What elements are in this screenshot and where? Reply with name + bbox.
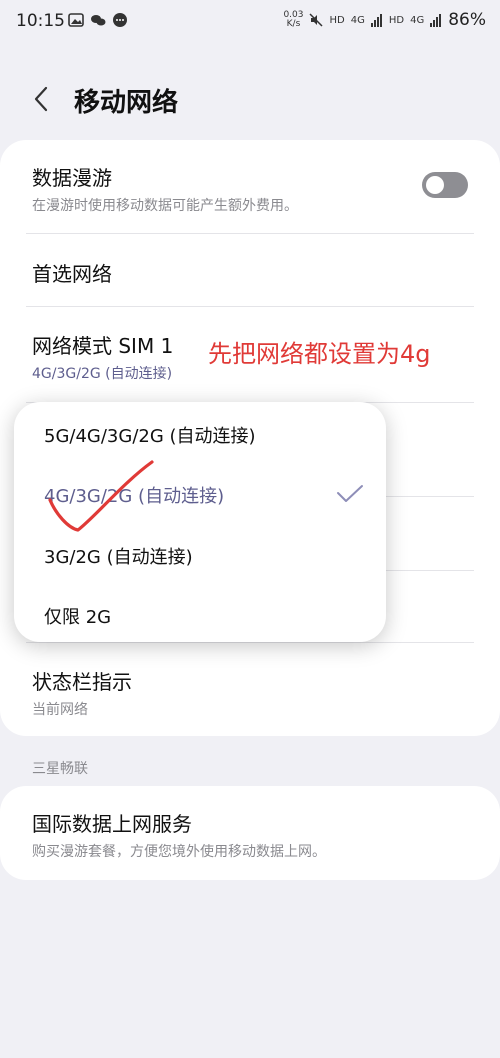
- hd-badge-2: HD: [388, 14, 405, 26]
- signal-icon-2: [430, 14, 442, 27]
- page-title: 移动网络: [74, 88, 179, 118]
- hd-badge: HD: [329, 14, 345, 26]
- intl-data-subtitle: 购买漫游套餐，方便您境外使用移动数据上网。: [32, 844, 326, 860]
- option-2g[interactable]: 仅限 2G: [44, 603, 111, 629]
- preferred-network-row[interactable]: 首选网络: [32, 258, 468, 287]
- annotation-text: 先把网络都设置为4g: [208, 340, 431, 368]
- divider: [26, 306, 474, 307]
- network-speed: 0.03 K/s: [283, 10, 304, 29]
- section-header: 三星畅联: [32, 761, 88, 777]
- option-3g[interactable]: 3G/2G (自动连接): [44, 543, 193, 569]
- data-roaming-toggle[interactable]: [422, 172, 468, 198]
- divider: [26, 233, 474, 234]
- network-type: 4G: [350, 14, 365, 26]
- gallery-icon: [68, 13, 84, 27]
- app-header: 移动网络: [0, 74, 500, 124]
- notification-icons: [68, 12, 128, 28]
- wechat-icon: [91, 15, 106, 26]
- chevron-left-icon: [34, 86, 48, 112]
- data-roaming-subtitle: 在漫游时使用移动数据可能产生额外费用。: [32, 198, 298, 214]
- option-5g[interactable]: 5G/4G/3G/2G (自动连接): [44, 422, 256, 448]
- preferred-network-title: 首选网络: [32, 262, 112, 286]
- status-time: 10:15: [16, 11, 65, 31]
- status-bar-indicator-subtitle: 当前网络: [32, 702, 88, 718]
- check-icon: [337, 485, 363, 502]
- option-4g[interactable]: 4G/3G/2G (自动连接): [44, 482, 224, 508]
- intl-data-row[interactable]: 国际数据上网服务 购买漫游套餐，方便您境外使用移动数据上网。: [32, 808, 468, 861]
- intl-data-title: 国际数据上网服务: [32, 812, 192, 836]
- network-type-2: 4G: [410, 14, 425, 26]
- signal-icon: [370, 14, 382, 27]
- status-bar-indicator-row[interactable]: 状态栏指示 当前网络: [32, 666, 468, 719]
- status-bar-indicator-title: 状态栏指示: [32, 670, 132, 694]
- status-bar: 10:15 0.03 K/s HD 4G HD 4G 86%: [0, 0, 500, 44]
- data-roaming-row[interactable]: 数据漫游 在漫游时使用移动数据可能产生额外费用。: [32, 162, 468, 215]
- mute-icon: [309, 13, 324, 27]
- message-icon: [113, 13, 127, 27]
- network-mode-dropdown: 5G/4G/3G/2G (自动连接) 4G/3G/2G (自动连接) 3G/2G…: [14, 402, 386, 642]
- toggle-knob: [426, 176, 444, 194]
- status-right: 0.03 K/s HD 4G HD 4G 86%: [283, 10, 486, 30]
- data-roaming-title: 数据漫游: [32, 166, 112, 190]
- battery-level: 86%: [448, 10, 486, 30]
- back-button[interactable]: [24, 80, 58, 118]
- divider: [26, 642, 474, 643]
